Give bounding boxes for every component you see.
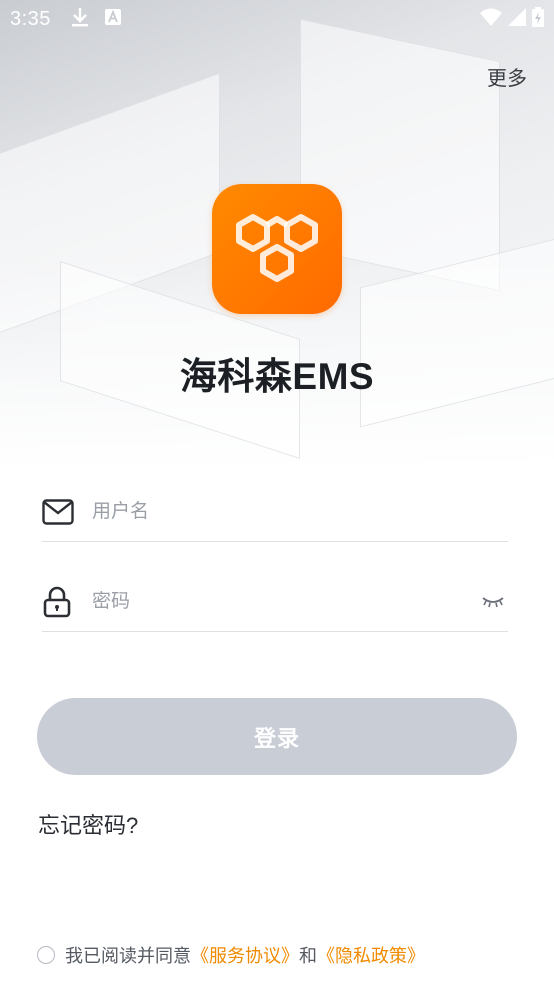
- username-field: [42, 482, 508, 542]
- app-logo: [212, 184, 342, 314]
- password-input[interactable]: [92, 590, 478, 613]
- font-icon: [104, 8, 121, 30]
- agreement-prefix: 我已阅读并同意: [65, 946, 191, 966]
- signal-icon: [508, 7, 526, 31]
- app-title: 海科森EMS: [179, 356, 375, 397]
- password-field: [42, 572, 508, 632]
- more-link[interactable]: 更多: [487, 62, 527, 91]
- battery-icon: [532, 6, 544, 32]
- status-time: 3:35: [10, 7, 51, 30]
- privacy-policy-link[interactable]: 《隐私政策》: [317, 942, 425, 968]
- wifi-icon: [480, 8, 502, 31]
- status-bar: 3:35: [0, 0, 554, 38]
- service-agreement-link[interactable]: 《服务协议》: [191, 942, 299, 968]
- lock-icon: [42, 585, 76, 619]
- hexagon-logo-icon: [236, 214, 318, 282]
- download-icon: [71, 7, 89, 32]
- username-input[interactable]: [92, 500, 508, 523]
- agreement-checkbox[interactable]: [37, 946, 55, 964]
- agreement-row: 我已阅读并同意 《服务协议》 和 《隐私政策》: [37, 942, 425, 968]
- login-button[interactable]: 登录: [37, 698, 517, 775]
- forgot-password-link[interactable]: 忘记密码?: [38, 808, 138, 840]
- login-screen: 3:35 更多 海科森EMS 用户名 登录 忘记密码? 我已阅读并同意 《服务协…: [0, 0, 554, 984]
- agreement-conjunction: 和: [299, 946, 317, 966]
- mail-icon: [42, 495, 76, 529]
- eye-closed-icon[interactable]: [478, 592, 508, 612]
